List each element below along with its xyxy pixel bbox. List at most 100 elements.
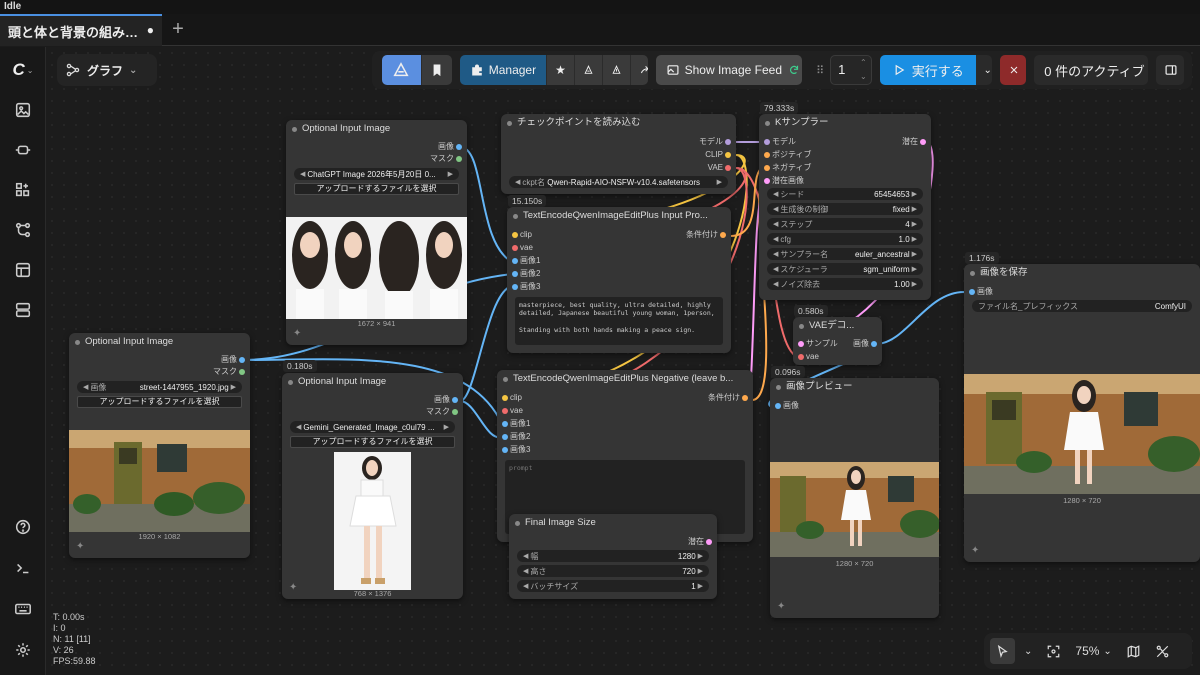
templates-icon[interactable] xyxy=(10,257,36,283)
prompt-textarea[interactable]: masterpiece, best quality, ultra detaile… xyxy=(515,297,723,345)
panel-toggle-icon[interactable] xyxy=(1155,55,1184,85)
output-image[interactable]: 画像 xyxy=(853,338,877,350)
run-button[interactable]: 実行する xyxy=(879,55,977,85)
comfy-brand-icon[interactable] xyxy=(382,55,422,85)
filename-prefix-widget[interactable]: ファイル名_プレフィックス ComfyUI xyxy=(972,300,1192,312)
output-conditioning[interactable]: 条件付け xyxy=(686,229,726,241)
input-clip[interactable]: clip xyxy=(512,229,532,241)
upload-button[interactable]: アップロードするファイルを選択 xyxy=(77,396,242,408)
sampler-name-widget[interactable]: ◀ サンプラー名 euler_ancestral ▶ xyxy=(767,248,923,260)
output-conditioning[interactable]: 条件付け xyxy=(708,392,748,404)
image-gallery-icon[interactable] xyxy=(10,97,36,123)
steps-widget[interactable]: ◀ ステップ 4 ▶ xyxy=(767,218,923,230)
input-image[interactable]: 画像 xyxy=(969,286,993,298)
output-mask[interactable]: マスク xyxy=(426,406,458,418)
node-library-icon[interactable] xyxy=(10,137,36,163)
manager-label: Manager xyxy=(488,63,537,77)
image-file-select[interactable]: ◀ ChatGPT Image 2026年5月20日 0... ▶ xyxy=(294,168,459,180)
select-pointer-icon[interactable] xyxy=(990,638,1015,664)
image-file-select[interactable]: ◀ Gemini_Generated_Image_c0ul79 ... ▶ xyxy=(290,421,455,433)
manager-button[interactable]: Manager xyxy=(459,55,548,85)
output-latent[interactable]: 潜在 xyxy=(902,136,926,148)
node-preview-image[interactable]: 画像プレビュー 画像 1280 × 720 ✦ xyxy=(770,378,939,618)
height-widget[interactable]: ◀ 高さ 720 ▶ xyxy=(517,565,709,577)
model-install-icon[interactable] xyxy=(574,55,603,85)
denoise-widget[interactable]: ◀ ノイズ除去 1.00 ▶ xyxy=(767,278,923,290)
new-tab-button[interactable]: + xyxy=(166,16,190,42)
minimap-icon[interactable] xyxy=(1121,638,1146,664)
output-model[interactable]: モデル xyxy=(699,136,731,148)
terminal-icon[interactable] xyxy=(10,555,36,581)
settings-gear-icon[interactable] xyxy=(10,637,36,663)
graph-menu-button[interactable]: グラフ ⌄ xyxy=(57,54,157,86)
drag-handle-icon[interactable]: ⠿ xyxy=(816,64,824,77)
input-image[interactable]: 画像 xyxy=(775,400,799,412)
run-options-chevron-icon[interactable]: ⌄ xyxy=(976,55,992,85)
width-widget[interactable]: ◀ 幅 1280 ▶ xyxy=(517,550,709,562)
help-icon[interactable] xyxy=(10,514,36,540)
output-clip[interactable]: CLIP xyxy=(705,149,731,161)
input-samples[interactable]: サンプル xyxy=(798,338,838,350)
output-vae[interactable]: VAE xyxy=(708,162,731,174)
workflows-icon[interactable] xyxy=(10,217,36,243)
share-arrow-icon[interactable] xyxy=(630,55,648,85)
model-library-icon[interactable] xyxy=(10,177,36,203)
node-save-image[interactable]: 画像を保存 画像 ファイル名_プレフィックス ComfyUI 1280 × 720… xyxy=(964,264,1200,562)
star-icon[interactable]: ★ xyxy=(547,55,575,85)
input-image3[interactable]: 画像3 xyxy=(512,281,540,293)
pointer-mode-chevron-icon[interactable]: ⌄ xyxy=(1019,638,1037,664)
input-image1[interactable]: 画像1 xyxy=(502,418,530,430)
input-positive[interactable]: ポジティブ xyxy=(764,149,812,161)
node-final-image-size[interactable]: Final Image Size 潜在 ◀ 幅 1280 ▶ ◀ 高さ 720 ▶ … xyxy=(509,514,717,599)
control-after-generate-widget[interactable]: ◀ 生成後の制御 fixed ▶ xyxy=(767,203,923,215)
input-clip[interactable]: clip xyxy=(502,392,522,404)
comfy-logo-icon[interactable]: C ⌄ xyxy=(10,57,36,83)
scheduler-widget[interactable]: ◀ スケジューラ sgm_uniform ▶ xyxy=(767,263,923,275)
node-ksampler[interactable]: Kサンプラー モデル ポジティブ ネガティブ 潜在画像 潜在 ◀ シード 6545… xyxy=(759,114,931,300)
input-image2[interactable]: 画像2 xyxy=(512,268,540,280)
output-mask[interactable]: マスク xyxy=(430,153,462,165)
graph-canvas[interactable]: Optional Input Image 画像 マスク ◀ 画像 street-1… xyxy=(46,47,1200,675)
output-image[interactable]: 画像 xyxy=(438,141,462,153)
node-optional-input-body[interactable]: Optional Input Image 画像 マスク ◀ Gemini_Gen… xyxy=(282,373,463,599)
input-image3[interactable]: 画像3 xyxy=(502,444,530,456)
workflow-tab[interactable]: 頭と体と背景の組み… ● xyxy=(0,14,162,46)
input-vae[interactable]: vae xyxy=(798,351,819,363)
cancel-run-close-icon[interactable] xyxy=(999,55,1027,85)
upload-button[interactable]: アップロードするファイルを選択 xyxy=(294,183,459,195)
input-vae[interactable]: vae xyxy=(502,405,523,417)
input-image2[interactable]: 画像2 xyxy=(502,431,530,443)
zoom-level-button[interactable]: 75% ⌄ xyxy=(1070,638,1116,664)
node-optional-input-faces[interactable]: Optional Input Image 画像 マスク ◀ ChatGPT Im… xyxy=(286,120,467,345)
node-optional-input-street[interactable]: Optional Input Image 画像 マスク ◀ 画像 street-1… xyxy=(69,333,250,558)
output-image[interactable]: 画像 xyxy=(221,354,245,366)
node-vae-decode[interactable]: VAEデコ... サンプル vae 画像 xyxy=(793,317,882,365)
node-text-encode-positive[interactable]: TextEncodeQwenImageEditPlus Input Pro...… xyxy=(507,207,731,353)
batch-count-input[interactable]: 1 ⌃ ⌄ xyxy=(830,55,872,85)
upload-button[interactable]: アップロードするファイルを選択 xyxy=(290,436,455,448)
batch-size-widget[interactable]: ◀ バッチサイズ 1 ▶ xyxy=(517,580,709,592)
fit-view-icon[interactable] xyxy=(1041,638,1066,664)
keyboard-icon[interactable] xyxy=(10,596,36,622)
queue-icon[interactable] xyxy=(10,297,36,323)
output-mask[interactable]: マスク xyxy=(213,366,245,378)
hide-links-icon[interactable] xyxy=(1150,638,1175,664)
input-image1[interactable]: 画像1 xyxy=(512,255,540,267)
node-checkpoint-loader[interactable]: チェックポイントを読み込む モデル CLIP VAE ◀ ckpt名 Qwen-… xyxy=(501,114,736,194)
show-image-feed-button[interactable]: Show Image Feed xyxy=(655,55,803,85)
seed-widget[interactable]: ◀ シード 65454653 ▶ xyxy=(767,188,923,200)
input-latent-image[interactable]: 潜在画像 xyxy=(764,175,804,187)
output-latent[interactable]: 潜在 xyxy=(688,536,712,548)
feed-group: Show Image Feed xyxy=(655,55,803,85)
stepper-arrows-icon[interactable]: ⌃ ⌄ xyxy=(860,56,871,84)
output-image[interactable]: 画像 xyxy=(434,394,458,406)
input-model[interactable]: モデル xyxy=(764,136,796,148)
image-file-select[interactable]: ◀ 画像 street-1447955_1920.jpg ▶ xyxy=(77,381,242,393)
ckpt-name-select[interactable]: ◀ ckpt名 Qwen-Rapid-AIO-NSFW-v10.4.safete… xyxy=(509,176,728,188)
active-queue-button[interactable]: 0 件のアクティブ xyxy=(1034,55,1148,85)
model-update-icon[interactable] xyxy=(602,55,631,85)
input-vae[interactable]: vae xyxy=(512,242,533,254)
bookmark-icon[interactable] xyxy=(421,55,452,85)
input-negative[interactable]: ネガティブ xyxy=(764,162,812,174)
cfg-widget[interactable]: ◀ cfg 1.0 ▶ xyxy=(767,233,923,245)
